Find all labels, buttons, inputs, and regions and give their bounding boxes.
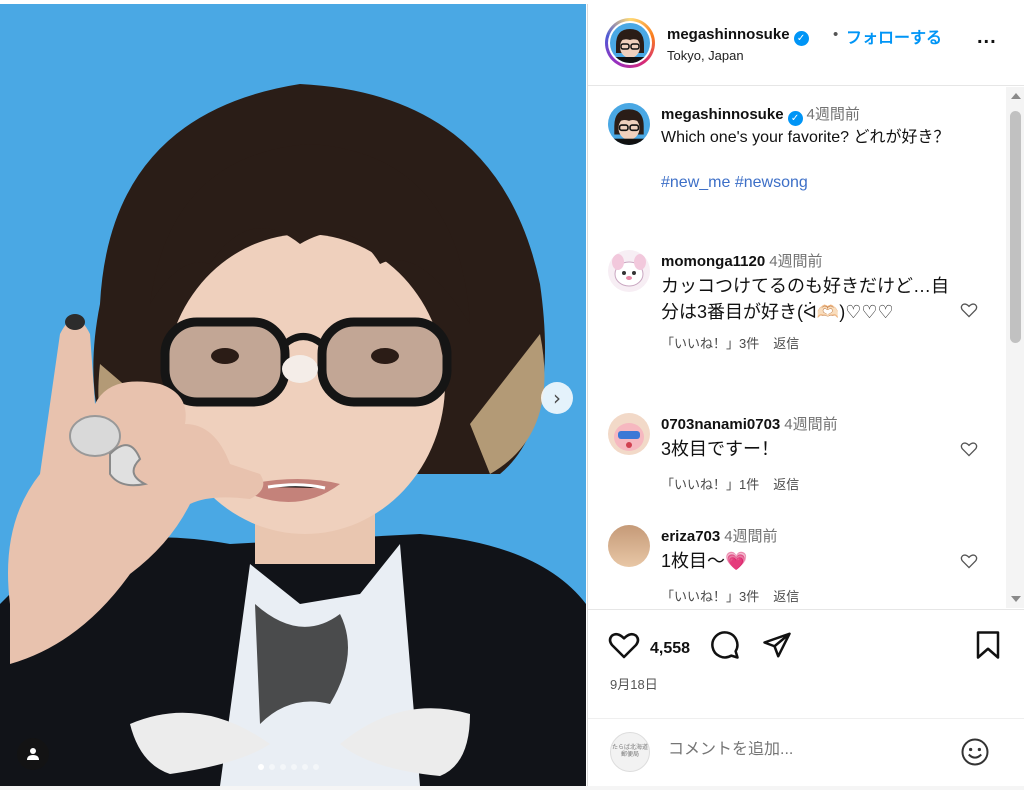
location-link[interactable]: Tokyo, Japan — [667, 48, 744, 63]
add-comment-row: たらば北海道 郵便局 — [588, 718, 1024, 778]
comments-list[interactable]: megashinnosuke ✓ 4週間前 Which one's your fav… — [588, 87, 1006, 608]
scroll-down-icon[interactable] — [1011, 596, 1021, 602]
emoji-icon[interactable] — [960, 737, 990, 767]
avatar-image — [608, 103, 650, 145]
carousel-dot — [313, 764, 319, 770]
caption-avatar[interactable] — [608, 103, 650, 145]
avatar-image — [608, 413, 650, 455]
comment-username[interactable]: eriza703 — [661, 528, 720, 545]
verified-badge-icon: ✓ — [787, 111, 803, 126]
carousel-dot — [269, 764, 275, 770]
tagged-users-button[interactable] — [17, 738, 49, 770]
page-bottom-edge — [0, 786, 1024, 790]
post-sidebar: megashinnosuke ✓ • フォローする Tokyo, Japan ..… — [587, 4, 1024, 786]
carousel-dot — [258, 764, 264, 770]
comment-time[interactable]: 4週間前 — [724, 528, 777, 545]
comment-input[interactable] — [668, 741, 938, 759]
reply-button[interactable]: 返信 — [773, 477, 799, 492]
carousel-dot — [280, 764, 286, 770]
post-actions: 4,558 9月18日 たらば北海道 郵便局 — [588, 609, 1024, 779]
bookmark-icon[interactable] — [975, 630, 1001, 660]
scroll-up-icon[interactable] — [1011, 93, 1021, 99]
reply-button[interactable]: 返信 — [773, 336, 799, 351]
comment-likes[interactable]: 「いいね！」3件 — [661, 336, 759, 351]
comment-like-heart-icon[interactable] — [960, 441, 978, 457]
carousel-dot — [302, 764, 308, 770]
avatar-image — [608, 250, 650, 292]
separator-dot: • — [833, 26, 839, 43]
caption-hashtags[interactable]: #new_me #newsong — [661, 174, 981, 192]
my-avatar: たらば北海道 郵便局 — [610, 732, 650, 772]
comment-time[interactable]: 4週間前 — [784, 416, 837, 433]
carousel-indicator — [258, 764, 319, 770]
comment-likes[interactable]: 「いいね！」3件 — [661, 589, 759, 604]
user-icon — [27, 748, 39, 760]
comment-icon[interactable] — [710, 630, 740, 660]
comment-text: カッコつけてるのも好きだけど…自分は3番目が好き(ᐛ🫶🏻)♡♡♡ — [661, 276, 949, 322]
avatar-image — [610, 23, 650, 63]
header-username[interactable]: megashinnosuke ✓ — [667, 26, 809, 46]
post-media[interactable]: › — [0, 4, 586, 786]
username-text[interactable]: megashinnosuke — [667, 26, 790, 43]
share-icon[interactable] — [762, 630, 792, 660]
like-heart-icon[interactable] — [608, 630, 640, 660]
like-count[interactable]: 4,558 — [650, 640, 690, 658]
comment-username[interactable]: 0703nanami0703 — [661, 416, 780, 433]
reply-button[interactable]: 返信 — [773, 589, 799, 604]
next-image-button[interactable]: › — [541, 382, 573, 414]
caption-username[interactable]: megashinnosuke — [661, 106, 784, 123]
post-photo — [0, 4, 586, 786]
avatar[interactable] — [610, 23, 650, 63]
comment-like-heart-icon[interactable] — [960, 553, 978, 569]
comment-text: 1枚目〜💗 — [661, 551, 748, 571]
comment-time[interactable]: 4週間前 — [769, 253, 822, 270]
caption-text: Which one's your favorite? どれが好き？ — [661, 129, 950, 146]
comment-username[interactable]: momonga1120 — [661, 253, 765, 270]
comment-likes[interactable]: 「いいね！」1件 — [661, 477, 759, 492]
avatar-image — [608, 525, 650, 567]
caption-time[interactable]: 4週間前 — [807, 106, 860, 123]
commenter-avatar[interactable] — [608, 413, 650, 455]
scrollbar-thumb[interactable] — [1010, 111, 1021, 343]
carousel-dot — [291, 764, 297, 770]
follow-button[interactable]: フォローする — [846, 24, 942, 48]
verified-badge-icon: ✓ — [793, 31, 809, 46]
comment-like-heart-icon[interactable] — [960, 302, 978, 318]
story-ring[interactable] — [605, 18, 655, 68]
commenter-avatar[interactable] — [608, 525, 650, 567]
comment-text: 3枚目ですー！ — [661, 439, 780, 459]
commenter-avatar[interactable] — [608, 250, 650, 292]
more-options-icon[interactable]: ... — [977, 26, 997, 49]
comments-scrollbar[interactable] — [1006, 87, 1024, 608]
post-date[interactable]: 9月18日 — [610, 674, 658, 693]
post-header: megashinnosuke ✓ • フォローする Tokyo, Japan ..… — [588, 4, 1024, 86]
